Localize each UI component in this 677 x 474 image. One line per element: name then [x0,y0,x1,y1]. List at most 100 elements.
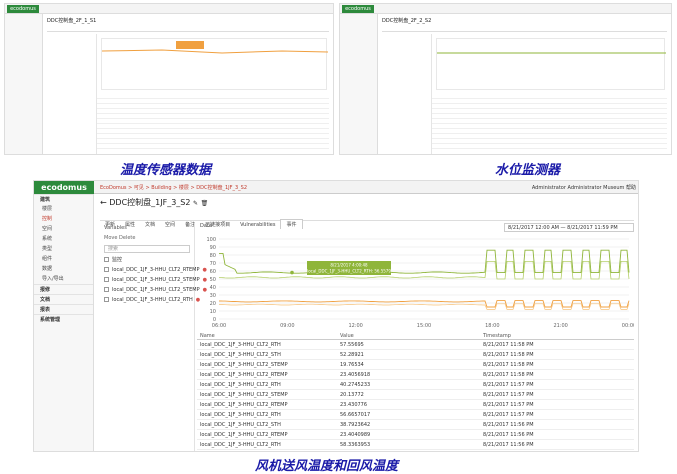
caption-water-level: 水位监测器 [495,163,561,178]
y-tick-label: 10 [210,309,216,315]
cell-name: local_DDC_1JF_3-HHU_CLT2_RTH [200,382,281,388]
cell-value: 23.430776 [340,402,368,408]
help-link[interactable]: 帮助 [626,185,636,191]
delete-icon[interactable]: 🗑 [201,200,209,207]
variable-checkbox[interactable] [104,287,109,292]
table-header: Name Value Timestamp [197,332,634,340]
table-row[interactable]: local_DDC_1JF_3-HHU_CLT2_STEMP 20.13772 8/… [197,390,634,400]
caption-temperature: 温度传感器数据 [120,163,212,178]
sidebar-item[interactable]: 建筑 [34,194,93,204]
variables-panel: Variables Move Delete 搜索 监控 local_DDC_1J… [100,223,207,451]
variable-item[interactable]: local_DDC_1JF_3-HHU_CLT2_STEMP ● [100,275,207,285]
variable-item[interactable]: local_DDC_1JF_3-HHU_CLT2_STEMP ● [100,285,207,295]
sidebar-item[interactable]: 数据 [34,264,93,274]
sidebar-item[interactable]: 空间 [34,224,93,234]
sidebar-item[interactable]: 报表 [34,304,93,314]
orange-series-line [219,300,630,308]
table-row[interactable]: local_DDC_1JF_3-HHU_CLT2_RTEMP 23.4056918… [197,370,634,380]
variables-list: local_DDC_1JF_3-HHU_CLT2_RTEMP ● local_DDC… [100,265,207,305]
breadcrumb[interactable]: EcoDomus > 可见 > Building > 楼层 > DDC控制盘_1… [100,184,247,191]
screenshot-water-level: ecodomus DDC控制盘_2F_2_S2 [339,3,672,155]
chart-svg: 010203040506070809010006:00 09:00 12:00 15:… [206,237,636,329]
cell-name: local_DDC_1JF_3-HHU_CLT2_STEMP [197,450,340,451]
variable-checkbox[interactable] [104,277,109,282]
variables-panel [45,34,97,154]
orange-series-line [101,49,329,54]
sidebar-item[interactable]: 系统 [34,234,93,244]
table-row[interactable]: local_DDC_1JF_3-HHU_CLT2_STH 52.28921 8/21… [197,350,634,360]
hover-point[interactable] [290,270,294,275]
header-name[interactable]: Name [197,332,340,340]
tab[interactable]: 事件 [280,219,303,229]
table-row[interactable]: local_DDC_1JF_3-HHU_CLT2_RTH 58.3363953 8/… [197,440,634,450]
y-tick-label: 70 [210,261,216,267]
edit-icon[interactable]: ✎ [193,200,198,207]
tooltip-box [176,41,204,49]
header-value[interactable]: Value [340,332,483,340]
cell-timestamp: 8/21/2017 11:58 PM [483,362,534,368]
table-row[interactable]: local_DDC_1JF_3-HHU_CLT2_STEMP 19.76534 8/… [197,360,634,370]
sidebar-item[interactable]: 组件 [34,254,93,264]
search-input[interactable]: 搜索 [104,245,190,253]
chart: 0 10 20 30 40 50 60 70 80 90 100 06:00 09:00 12:00 15:… [197,235,636,331]
tab-bar [382,26,667,32]
data-table: Name Value Timestamp local_DDC_1JF_3-HHU_C… [197,332,634,451]
variables-section: 监控 [100,255,194,265]
cell-timestamp: 8/21/2017 11:57 PM [483,402,534,408]
header-timestamp[interactable]: Timestamp [483,332,623,340]
variable-item[interactable]: local_DDC_1JF_3-HHU_CLT2_RTH ● [100,295,200,305]
table-row[interactable]: local_DDC_1JF_3-HHU_CLT2_STEMP20.6953268… [197,450,634,451]
sidebar-item[interactable]: 导入/导出 [34,274,93,284]
x-tick-label: 12:00 [348,323,362,329]
cell-name: local_DDC_1JF_3-HHU_CLT2_STEMP [200,392,288,398]
x-tick-label: 06:00 [212,323,226,329]
chart-svg [437,52,666,54]
x-tick-label: 21:00 [553,323,567,329]
variable-item[interactable]: local_DDC_1JF_3-HHU_CLT2_RTEMP ● [100,265,207,275]
chart-svg [101,41,329,54]
museum-link[interactable]: Museum [603,185,624,191]
section-checkbox[interactable] [104,257,109,262]
y-tick-label: 100 [206,237,216,243]
back-icon[interactable]: ← [100,198,107,207]
table-row[interactable]: local_DDC_1JF_3-HHU_CLT2_RTH 57.55695 8/21… [197,340,634,350]
variable-label: local_DDC_1JF_3-HHU_CLT2_RTH [112,297,193,303]
tooltip-time: 8/21/2017 4:00:48 [330,263,368,268]
app-logo: ecodomus [342,5,374,13]
tab-bar [47,26,329,32]
variable-checkbox[interactable] [104,297,109,302]
app-logo[interactable]: ecodomus [34,181,94,194]
table-row[interactable]: local_DDC_1JF_3-HHU_CLT2_RTH 40.2745233 8/… [197,380,634,390]
data-table [432,94,667,152]
chart [101,38,329,90]
data-table [97,94,329,152]
sidebar-item[interactable]: 控制 [34,214,93,224]
date-range-picker[interactable]: 8/21/2017 12:00 AM — 8/21/2017 11:59 PM [504,223,634,232]
variables-buttons[interactable]: Move Delete [100,233,194,243]
tooltip-text: local_DDC_1JF_3-HHU_CLT2_RTH: 56.5579 [307,269,391,274]
cell-value: 57.55695 [340,342,364,348]
sidebar-item[interactable]: 类型 [34,244,93,254]
variables-label: Variables [104,225,127,231]
y-tick-label: 40 [210,285,216,291]
table-row[interactable]: local_DDC_1JF_3-HHU_CLT2_RTEMP 23.4040989… [197,430,634,440]
cell-name: local_DDC_1JF_3-HHU_CLT2_RTEMP [200,402,288,408]
user-menu[interactable]: Administrator Administrator Museum 帮助 [532,184,636,191]
cell-value: 23.4040989 [340,432,371,438]
table-row[interactable]: local_DDC_1JF_3-HHU_CLT2_RTH 56.6657017 8/… [197,410,634,420]
variable-checkbox[interactable] [104,267,109,272]
green-series-line-2 [218,260,630,280]
sidebar-item[interactable]: 文档 [34,294,93,304]
table-row[interactable]: local_DDC_1JF_3-HHU_CLT2_STH 38.7923642 8/… [197,420,634,430]
tab[interactable]: Vulnerabilities [235,221,280,231]
table-row[interactable]: local_DDC_1JF_3-HHU_CLT2_RTEMP 23.430776 8… [197,400,634,410]
cell-value: 20.13772 [340,392,364,398]
x-tick-label: 15:00 [417,323,431,329]
page-title-row: ← DDC控制盘_1JF_3_S2 ✎ 🗑 [100,197,208,208]
caption-fan-temperature: 风机送风温度和回风温度 [255,459,399,474]
sidebar-item[interactable]: 系统管理 [34,314,93,324]
top-bar: ecodomus EcoDomus > 可见 > Building > 楼层 >… [34,181,638,194]
sidebar-item[interactable]: 楼层 [34,204,93,214]
user-name[interactable]: Administrator Administrator [532,185,602,191]
sidebar-item[interactable]: 报修 [34,284,93,294]
